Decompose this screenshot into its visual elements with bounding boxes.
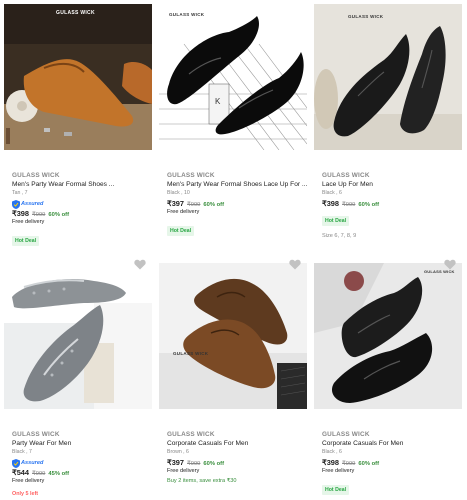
price-row: ₹398 ₹999 60% off [322,458,467,468]
product-title[interactable]: Men's Party Wear Formal Shoes Lace Up Fo… [167,181,312,190]
product-image-black-patent-shoes: K [159,4,307,150]
wishlist-button[interactable] [134,259,146,270]
product-image-black-lace-up [314,4,462,150]
discount: 60% off [48,212,70,218]
product-grid: GULASS WICK GULASS WICK Men's Party Wear… [0,0,467,500]
hot-deal-badge: Hot Deal [322,485,350,495]
discount: 60% off [203,202,225,208]
hot-deal-badge: Hot Deal [322,216,350,226]
heart-icon [444,259,456,270]
product-variant: Black , 10 [167,190,190,196]
product-image-silver-party-shoes [4,263,152,409]
product-brand: GULASS WICK [167,172,215,179]
original-price: ₹999 [342,202,356,208]
product-brand: GULASS WICK [322,172,370,179]
product-variant: Tan , 7 [12,190,28,196]
stock-warning: Only 5 left [12,491,39,497]
image-brand-logo: GULASS WICK [169,12,205,17]
product-variant: Black , 6 [322,190,342,196]
price-row: ₹398 ₹999 60% off [322,199,467,209]
assured-shield-icon [12,458,20,468]
wishlist-button[interactable] [444,259,456,270]
hot-deal-badge: Hot Deal [12,236,40,246]
product-image-tan-shoes [4,4,152,150]
product-image-brown-corporate-shoes [159,263,307,409]
hot-deal-badge: Hot Deal [167,226,195,236]
product-image[interactable] [4,263,152,409]
delivery-info: Free delivery [12,478,45,484]
delivery-info: Free delivery [322,468,355,474]
selling-price: ₹398 [12,209,30,218]
product-title[interactable]: Men's Party Wear Formal Shoes ... [12,181,157,190]
delivery-info: Free delivery [167,468,200,474]
assured-badge: Assured [12,199,157,209]
discount: 60% off [358,461,380,467]
original-price: ₹999 [32,212,46,218]
product-title[interactable]: Corporate Casuals For Men [167,440,312,449]
image-brand-logo: GULASS WICK [348,14,384,19]
product-image-black-corporate-shoes [314,263,462,409]
original-price: ₹999 [187,461,201,467]
assured-badge: Assured [12,458,157,468]
product-image[interactable]: GULASS WICK [314,4,462,150]
delivery-info: Free delivery [167,209,200,215]
product-image[interactable]: GULASS WICK [314,263,462,409]
product-title[interactable]: Corporate Casuals For Men [322,440,467,449]
product-title[interactable]: Party Wear For Men [12,440,157,449]
heart-icon [134,259,146,270]
product-title[interactable]: Lace Up For Men [322,181,467,190]
price-row: ₹398 ₹999 60% off [12,209,157,219]
discount: 60% off [203,461,225,467]
product-brand: GULASS WICK [167,431,215,438]
image-brand-logo: GULASS WICK [56,10,95,16]
product-image[interactable]: K GULASS WICK [159,4,307,150]
product-brand: GULASS WICK [12,172,60,179]
available-sizes: Size 6, 7, 8, 9 [322,233,357,239]
wishlist-button[interactable] [289,259,301,270]
selling-price: ₹397 [167,458,185,467]
product-image[interactable]: GULASS WICK [159,263,307,409]
product-variant: Black , 7 [12,449,32,455]
image-brand-logo: GULASS WICK [173,351,209,356]
original-price: ₹999 [342,461,356,467]
discount: 45% off [48,471,70,477]
selling-price: ₹397 [167,199,185,208]
product-brand: GULASS WICK [322,431,370,438]
original-price: ₹999 [187,202,201,208]
price-row: ₹397 ₹999 60% off [167,458,312,468]
selling-price: ₹398 [322,458,340,467]
product-brand: GULASS WICK [12,431,60,438]
svg-text:K: K [215,97,221,106]
product-image[interactable]: GULASS WICK [4,4,152,150]
price-row: ₹397 ₹999 60% off [167,199,312,209]
assured-shield-icon [12,199,20,209]
assured-label: Assured [21,201,44,207]
bundle-offer: Buy 2 items, save extra ₹30 [167,478,237,484]
discount: 60% off [358,202,380,208]
price-row: ₹544 ₹999 45% off [12,468,157,478]
assured-label: Assured [21,460,44,466]
product-variant: Brown , 6 [167,449,189,455]
selling-price: ₹544 [12,468,30,477]
selling-price: ₹398 [322,199,340,208]
delivery-info: Free delivery [12,219,45,225]
heart-icon [289,259,301,270]
product-variant: Black , 6 [322,449,342,455]
original-price: ₹999 [32,471,46,477]
